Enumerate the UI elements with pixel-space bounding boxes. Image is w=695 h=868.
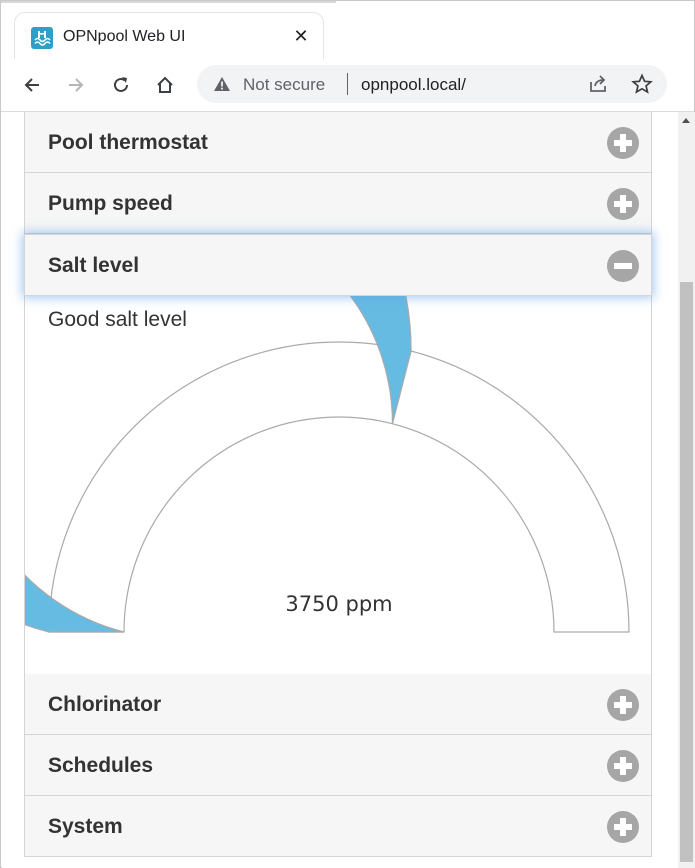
forward-button[interactable] [62,71,90,99]
opnpool-favicon-icon [31,27,53,49]
page-viewport: Pool thermostat Pump speed Salt level Go… [2,112,678,868]
home-button[interactable] [151,71,179,99]
browser-tab[interactable]: OPNpool Web UI ✕ [15,13,323,61]
accordion-section-system: System [24,796,652,857]
gauge-track [48,341,630,633]
browser-window: OPNpool Web UI ✕ Not secure opnpool.loca… [0,0,695,868]
warning-icon[interactable] [213,76,231,92]
accordion-header-chlorinator[interactable]: Chlorinator [25,674,651,734]
accordion-section-salt-level: Salt level [24,234,652,296]
plus-circle-icon[interactable] [607,689,639,721]
section-title: Salt level [48,254,140,277]
section-title: Pump speed [48,192,173,215]
section-title: Schedules [48,754,154,777]
security-status-label[interactable]: Not secure [243,75,325,95]
accordion-section-chlorinator: Chlorinator [24,674,652,735]
arrow-right-icon [69,78,84,92]
scrollbar-thumb[interactable] [680,282,693,862]
accordion-header-schedules[interactable]: Schedules [25,735,651,795]
accordion-section-pump-speed: Pump speed [24,173,652,234]
address-bar[interactable]: Not secure opnpool.local/ [197,65,667,103]
share-icon[interactable] [587,73,609,95]
arrow-left-icon [24,78,39,92]
address-bar-divider [347,73,348,95]
reload-icon [114,77,128,92]
section-title: Chlorinator [48,693,162,716]
plus-circle-icon[interactable] [607,188,639,220]
salt-level-panel: Good salt level 3750 ppm [24,296,652,674]
url-text[interactable]: opnpool.local/ [361,75,466,95]
minus-circle-icon[interactable] [607,250,639,282]
accordion-section-schedules: Schedules [24,735,652,796]
accordion-header-system[interactable]: System [25,796,651,856]
tab-strip-divider [1,1,336,3]
browser-toolbar: Not secure opnpool.local/ [1,59,694,112]
accordion: Pool thermostat Pump speed Salt level Go… [24,112,652,857]
back-button[interactable] [18,71,46,99]
salt-gauge [25,296,630,633]
accordion-section-pool-thermostat: Pool thermostat [24,112,652,173]
plus-circle-icon[interactable] [607,811,639,843]
tab-close-icon[interactable]: ✕ [291,26,311,46]
accordion-header-pool-thermostat[interactable]: Pool thermostat [25,112,651,172]
tab-title: OPNpool Web UI [63,28,186,45]
salt-value-label: 3750 ppm [285,592,393,616]
accordion-header-salt-level[interactable]: Salt level [25,235,651,295]
section-title: Pool thermostat [48,131,208,154]
plus-circle-icon[interactable] [607,127,639,159]
tab-strip: OPNpool Web UI ✕ [1,1,694,61]
scroll-up-arrow-icon[interactable] [682,118,690,123]
home-icon [157,76,173,93]
page-scrollbar[interactable] [678,112,695,868]
plus-circle-icon[interactable] [607,750,639,782]
reload-button[interactable] [107,71,135,99]
accordion-header-pump-speed[interactable]: Pump speed [25,173,651,233]
section-title: System [48,815,123,838]
star-icon[interactable] [631,73,653,95]
